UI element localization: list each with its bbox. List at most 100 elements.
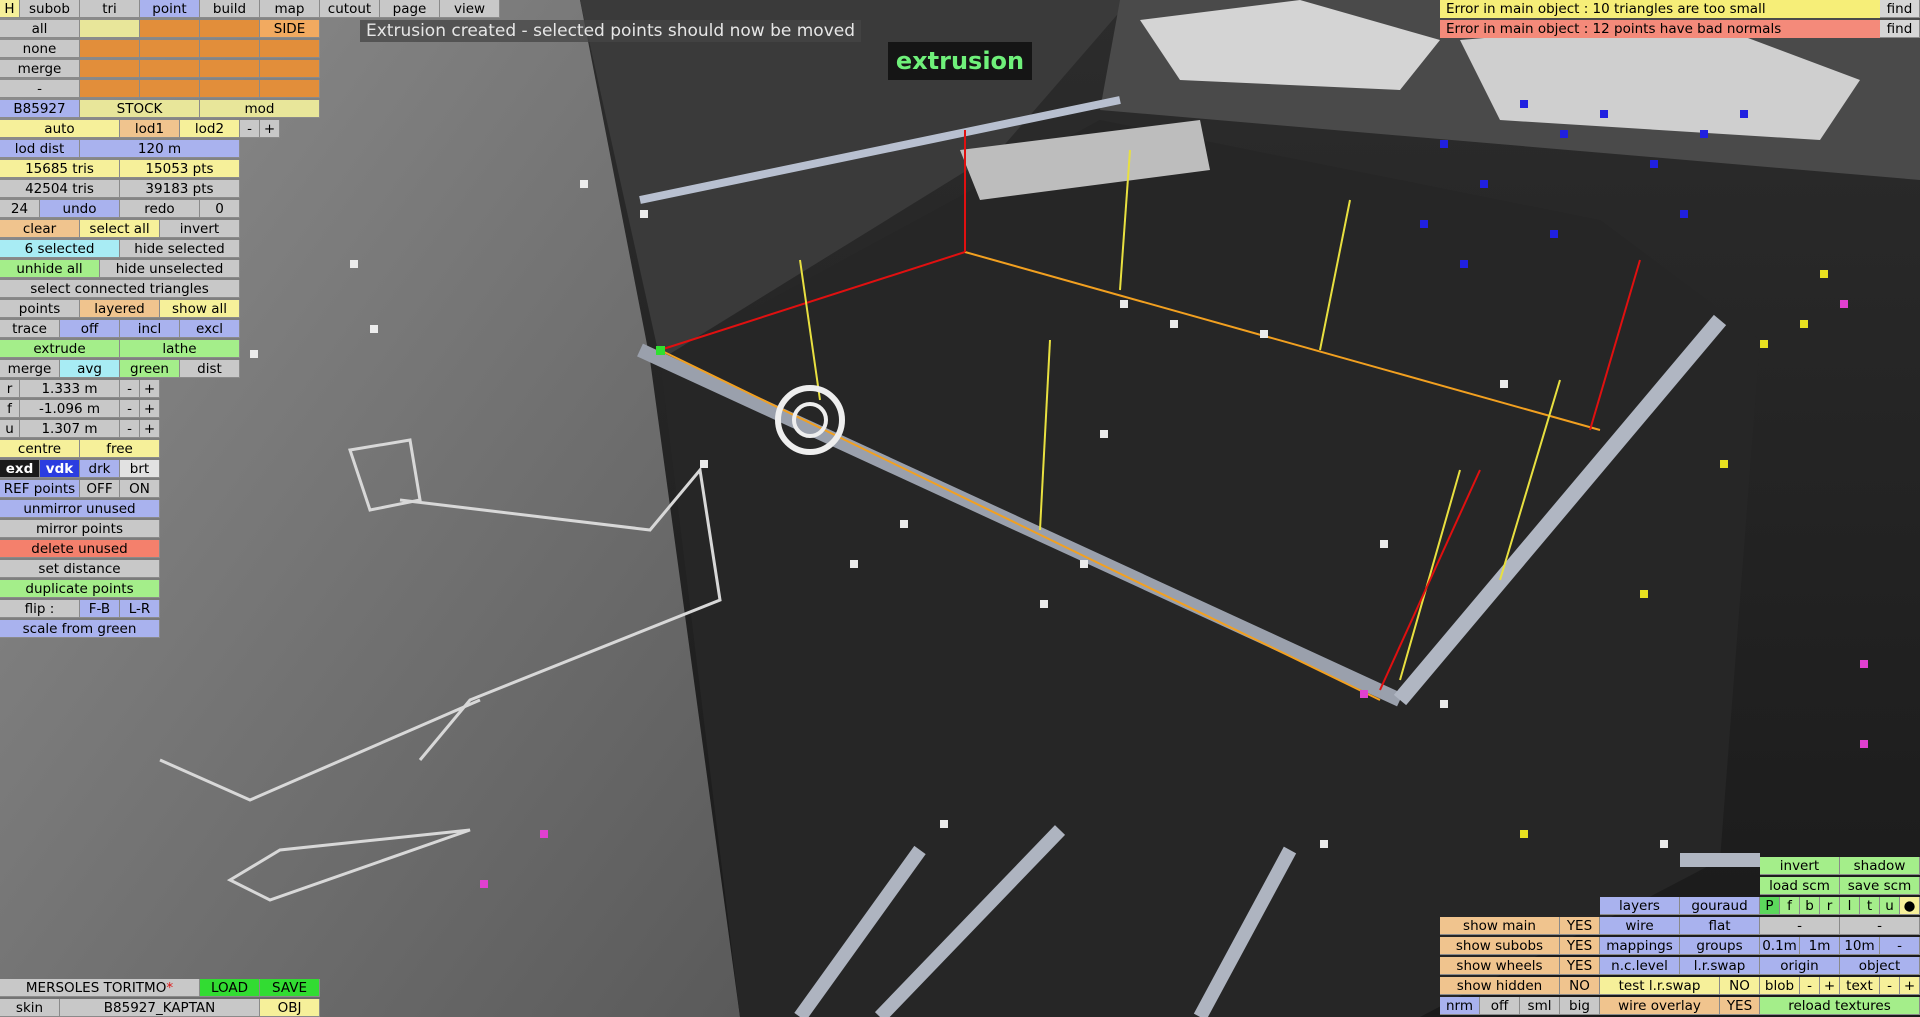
group-cell[interactable]	[200, 40, 260, 58]
gouraud-button[interactable]: gouraud	[1680, 897, 1760, 915]
load-scm-button[interactable]: load scm	[1760, 877, 1840, 895]
group-cell[interactable]	[200, 80, 260, 98]
grid-10m-button[interactable]: 10m	[1840, 937, 1880, 955]
tab-tri[interactable]: tri	[80, 0, 140, 18]
merge-points-button[interactable]: merge	[0, 360, 60, 378]
tab-build[interactable]: build	[200, 0, 260, 18]
view-dash-2[interactable]: -	[1840, 917, 1920, 935]
group-cell[interactable]	[260, 80, 320, 98]
coord-u-minus-button[interactable]: -	[120, 420, 140, 438]
tab-h[interactable]: H	[0, 0, 20, 18]
scale-from-green-button[interactable]: scale from green	[0, 620, 160, 638]
group-cell[interactable]	[140, 40, 200, 58]
view-dash-1[interactable]: -	[1760, 917, 1840, 935]
group-cell[interactable]	[80, 80, 140, 98]
duplicate-points-button[interactable]: duplicate points	[0, 580, 160, 598]
mod-button[interactable]: mod	[200, 100, 320, 118]
show-wheels-toggle[interactable]: YES	[1560, 957, 1600, 975]
show-subobs-toggle[interactable]: YES	[1560, 937, 1600, 955]
group-cell[interactable]	[140, 20, 200, 38]
delete-unused-button[interactable]: delete unused	[0, 540, 160, 558]
group-cell[interactable]	[260, 40, 320, 58]
show-all-button[interactable]: show all	[160, 300, 240, 318]
merge-green-button[interactable]: green	[120, 360, 180, 378]
view-l-button[interactable]: l	[1840, 897, 1860, 915]
hide-unselected-button[interactable]: hide unselected	[100, 260, 240, 278]
coord-u-plus-button[interactable]: +	[140, 420, 160, 438]
lathe-button[interactable]: lathe	[120, 340, 240, 358]
set-distance-button[interactable]: set distance	[0, 560, 160, 578]
group-cell[interactable]	[200, 60, 260, 78]
flip-lr-button[interactable]: L-R	[120, 600, 160, 618]
lod2-button[interactable]: lod2	[180, 120, 240, 138]
load-button[interactable]: LOAD	[200, 979, 260, 997]
tab-subob[interactable]: subob	[20, 0, 80, 18]
lod1-button[interactable]: lod1	[120, 120, 180, 138]
unhide-all-button[interactable]: unhide all	[0, 260, 100, 278]
group-cell[interactable]	[260, 60, 320, 78]
mappings-button[interactable]: mappings	[1600, 937, 1680, 955]
lod-auto-button[interactable]: auto	[0, 120, 120, 138]
text-plus-button[interactable]: +	[1900, 977, 1920, 995]
trace-off-button[interactable]: off	[60, 320, 120, 338]
merge-dist-button[interactable]: dist	[180, 360, 240, 378]
coord-f-field[interactable]: -1.096 m	[20, 400, 120, 418]
layered-button[interactable]: layered	[80, 300, 160, 318]
reload-textures-button[interactable]: reload textures	[1760, 997, 1920, 1015]
exd-button[interactable]: exd	[0, 460, 40, 478]
coord-u-field[interactable]: 1.307 m	[20, 420, 120, 438]
clear-button[interactable]: clear	[0, 220, 80, 238]
lr-swap-button[interactable]: l.r.swap	[1680, 957, 1760, 975]
group-cell[interactable]	[140, 60, 200, 78]
object-name[interactable]: MERSOLES TORITMO*	[0, 979, 200, 997]
unmirror-unused-button[interactable]: unmirror unused	[0, 500, 160, 518]
group-cell[interactable]	[140, 80, 200, 98]
extrude-button[interactable]: extrude	[0, 340, 120, 358]
coord-f-plus-button[interactable]: +	[140, 400, 160, 418]
lod-minus-button[interactable]: -	[240, 120, 260, 138]
undo-button[interactable]: undo	[40, 200, 120, 218]
save-scm-button[interactable]: save scm	[1840, 877, 1920, 895]
invert-selection-button[interactable]: invert	[160, 220, 240, 238]
ref-off-button[interactable]: OFF	[80, 480, 120, 498]
mirror-points-button[interactable]: mirror points	[0, 520, 160, 538]
flip-fb-button[interactable]: F-B	[80, 600, 120, 618]
redo-button[interactable]: redo	[120, 200, 200, 218]
flat-button[interactable]: flat	[1680, 917, 1760, 935]
view-dot-button[interactable]: ●	[1900, 897, 1920, 915]
merge-avg-button[interactable]: avg	[60, 360, 120, 378]
stock-button[interactable]: STOCK	[80, 100, 200, 118]
show-main-toggle[interactable]: YES	[1560, 917, 1600, 935]
obj-button[interactable]: OBJ	[260, 999, 320, 1017]
view-f-button[interactable]: f	[1780, 897, 1800, 915]
group-cell[interactable]	[200, 20, 260, 38]
trace-incl-button[interactable]: incl	[120, 320, 180, 338]
select-minus-button[interactable]: -	[0, 80, 80, 98]
tab-map[interactable]: map	[260, 0, 320, 18]
tab-page[interactable]: page	[380, 0, 440, 18]
origin-button[interactable]: origin	[1760, 957, 1840, 975]
invert-view-button[interactable]: invert	[1760, 857, 1840, 875]
view-p-button[interactable]: P	[1760, 897, 1780, 915]
test-lr-swap-toggle[interactable]: NO	[1720, 977, 1760, 995]
blob-minus-button[interactable]: -	[1800, 977, 1820, 995]
select-merge-button[interactable]: merge	[0, 60, 80, 78]
nc-level-button[interactable]: n.c.level	[1600, 957, 1680, 975]
show-hidden-toggle[interactable]: NO	[1560, 977, 1600, 995]
shadow-button[interactable]: shadow	[1840, 857, 1920, 875]
normals-sml-button[interactable]: sml	[1520, 997, 1560, 1015]
tab-cutout[interactable]: cutout	[320, 0, 380, 18]
coord-r-field[interactable]: 1.333 m	[20, 380, 120, 398]
grid-01m-button[interactable]: 0.1m	[1760, 937, 1800, 955]
wire-overlay-toggle[interactable]: YES	[1720, 997, 1760, 1015]
coord-r-plus-button[interactable]: +	[140, 380, 160, 398]
brt-button[interactable]: brt	[120, 460, 160, 478]
normals-big-button[interactable]: big	[1560, 997, 1600, 1015]
groups-button[interactable]: groups	[1680, 937, 1760, 955]
text-minus-button[interactable]: -	[1880, 977, 1900, 995]
find-button-2[interactable]: find	[1880, 20, 1920, 38]
coord-f-minus-button[interactable]: -	[120, 400, 140, 418]
object-button[interactable]: object	[1840, 957, 1920, 975]
vdk-button[interactable]: vdk	[40, 460, 80, 478]
side-button[interactable]: SIDE	[260, 20, 320, 38]
